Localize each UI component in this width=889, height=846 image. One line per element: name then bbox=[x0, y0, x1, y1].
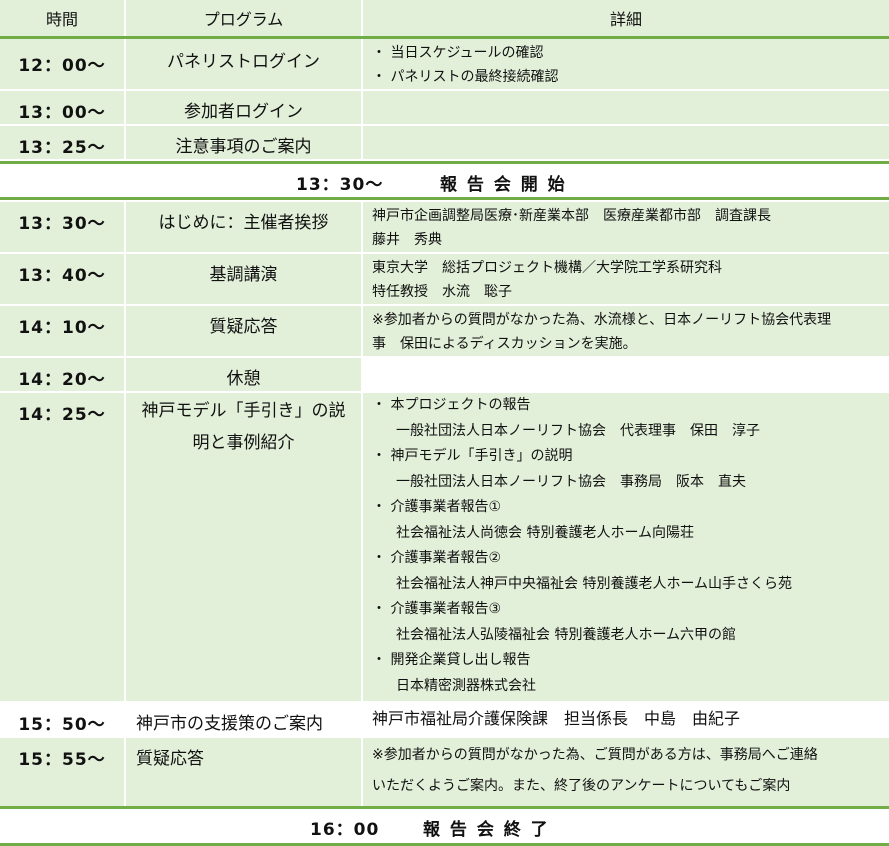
detail-line: 神戸市企画調整局医療･新産業本部 医療産業都市部 調査課長 bbox=[372, 208, 771, 224]
row-program: 神戸モデル「手引き」の説 明と事例紹介 bbox=[126, 393, 361, 701]
table-row: 14：10～ 質疑応答 ※参加者からの質問がなかった為、水流様と、日本ノーリフト… bbox=[0, 306, 889, 356]
bullet-item: ・ 神戸モデル「手引き」の説明 bbox=[372, 448, 573, 464]
row-program: 質疑応答 bbox=[126, 306, 361, 356]
detail-line: ・ 当日スケジュールの確認 bbox=[372, 45, 544, 61]
row-detail: ・ 本プロジェクトの報告 一般社団法人日本ノーリフト協会 代表理事 保田 淳子 … bbox=[363, 393, 889, 701]
detail-line: 藤井 秀典 bbox=[372, 232, 442, 248]
table-row: 13：25～ 注意事項のご案内 bbox=[0, 126, 889, 159]
row-time: 13：40～ bbox=[0, 254, 124, 304]
header-program: プログラム bbox=[126, 0, 361, 36]
table-row: 12：00～ パネリストログイン ・ 当日スケジュールの確認 ・ パネリストの最… bbox=[0, 39, 889, 89]
bullet-item: ・ 介護事業者報告③ bbox=[372, 601, 502, 617]
row-time: 13：25～ bbox=[0, 126, 124, 159]
banner-label: 報 告 会 開 始 bbox=[440, 175, 567, 195]
sub-item: 日本精密測器株式会社 bbox=[396, 677, 536, 694]
sub-item: 社会福祉法人尚徳会 特別養護老人ホーム向陽荘 bbox=[396, 524, 695, 541]
row-program: 休憩 bbox=[126, 358, 361, 391]
detail-line: いただくようご案内。また、終了後のアンケートについてもご案内 bbox=[372, 778, 791, 794]
row-detail: 神戸市福祉局介護保険課 担当係長 中島 由紀子 bbox=[363, 703, 889, 736]
table-header: 時間 プログラム 詳細 bbox=[0, 0, 889, 36]
sub-item: 社会福祉法人神戸中央福祉会 特別養護老人ホーム山手さくら苑 bbox=[396, 575, 793, 592]
bullet-item: ・ 介護事業者報告② bbox=[372, 550, 502, 566]
header-detail: 詳細 bbox=[363, 0, 889, 36]
row-program: はじめに：主催者挨拶 bbox=[126, 202, 361, 252]
row-detail bbox=[363, 91, 889, 124]
row-detail: 東京大学 総括プロジェクト機構／大学院工学系研究科 特任教授 水流 聡子 bbox=[363, 254, 889, 304]
table-row: 13：40～ 基調講演 東京大学 総括プロジェクト機構／大学院工学系研究科 特任… bbox=[0, 254, 889, 304]
sub-item: 一般社団法人日本ノーリフト協会 代表理事 保田 淳子 bbox=[396, 422, 760, 439]
row-program: 参加者ログイン bbox=[126, 91, 361, 124]
row-time: 13：30～ bbox=[0, 202, 124, 252]
detail-line: 東京大学 総括プロジェクト機構／大学院工学系研究科 bbox=[372, 260, 722, 276]
detail-line: ・ パネリストの最終接続確認 bbox=[372, 69, 559, 85]
row-detail: ・ 当日スケジュールの確認 ・ パネリストの最終接続確認 bbox=[363, 39, 889, 89]
row-time: 15：55～ bbox=[0, 738, 124, 806]
banner-time: 13：30～ bbox=[296, 175, 384, 195]
detail-line: 事 保田によるディスカッションを実施。 bbox=[372, 336, 637, 352]
table-row: 13：00～ 参加者ログイン bbox=[0, 91, 889, 124]
row-time: 14：10～ bbox=[0, 306, 124, 356]
row-time: 12：00～ bbox=[0, 39, 124, 89]
table-row: 14：25～ 神戸モデル「手引き」の説 明と事例紹介 ・ 本プロジェクトの報告 … bbox=[0, 393, 889, 701]
bullet-item: ・ 開発企業貸し出し報告 bbox=[372, 652, 531, 668]
row-time: 14：20～ bbox=[0, 358, 124, 391]
row-time: 15：50～ bbox=[0, 703, 124, 736]
detail-line: 特任教授 水流 聡子 bbox=[372, 284, 512, 300]
table-row: 14：20～ 休憩 bbox=[0, 358, 889, 391]
detail-line: 神戸市福祉局介護保険課 担当係長 中島 由紀子 bbox=[372, 709, 741, 728]
banner-label: 報 告 会 終 了 bbox=[423, 820, 550, 840]
row-detail: 神戸市企画調整局医療･新産業本部 医療産業都市部 調査課長 藤井 秀典 bbox=[363, 202, 889, 252]
bullet-item: ・ 本プロジェクトの報告 bbox=[372, 397, 531, 413]
row-time: 14：25～ bbox=[0, 393, 124, 701]
row-detail bbox=[363, 358, 889, 391]
row-program: 注意事項のご案内 bbox=[126, 126, 361, 159]
row-detail: ※参加者からの質問がなかった為、水流様と、日本ノーリフト協会代表理 事 保田によ… bbox=[363, 306, 889, 356]
sub-item: 一般社団法人日本ノーリフト協会 事務局 阪本 直夫 bbox=[396, 473, 746, 490]
row-detail: ※参加者からの質問がなかった為、ご質問がある方は、事務局へご連絡 いただくようご… bbox=[363, 738, 889, 806]
program-schedule-table: 時間 プログラム 詳細 12：00～ パネリストログイン ・ 当日スケジュールの… bbox=[0, 0, 889, 846]
banner-time: 16：00 bbox=[310, 820, 380, 840]
row-time: 13：00～ bbox=[0, 91, 124, 124]
detail-line: ※参加者からの質問がなかった為、ご質問がある方は、事務局へご連絡 bbox=[372, 747, 818, 763]
row-program: 質疑応答 bbox=[126, 738, 361, 806]
row-program: パネリストログイン bbox=[126, 39, 361, 89]
bullet-item: ・ 介護事業者報告① bbox=[372, 499, 502, 515]
program-line: 神戸モデル「手引き」の説 bbox=[141, 401, 346, 421]
banner-report-start: 13：30～ 報 告 会 開 始 bbox=[0, 161, 889, 200]
detail-line: ※参加者からの質問がなかった為、水流様と、日本ノーリフト協会代表理 bbox=[372, 312, 832, 328]
row-program: 基調講演 bbox=[126, 254, 361, 304]
table-row: 13：30～ はじめに：主催者挨拶 神戸市企画調整局医療･新産業本部 医療産業都… bbox=[0, 202, 889, 252]
header-time: 時間 bbox=[0, 0, 124, 36]
sub-item: 社会福祉法人弘陵福祉会 特別養護老人ホーム六甲の館 bbox=[396, 626, 737, 643]
table-row: 15：50～ 神戸市の支援策のご案内 神戸市福祉局介護保険課 担当係長 中島 由… bbox=[0, 703, 889, 736]
banner-report-end: 16：00 報 告 会 終 了 bbox=[0, 806, 889, 846]
program-line: 明と事例紹介 bbox=[192, 433, 295, 453]
row-detail bbox=[363, 126, 889, 159]
table-row: 15：55～ 質疑応答 ※参加者からの質問がなかった為、ご質問がある方は、事務局… bbox=[0, 738, 889, 806]
row-program: 神戸市の支援策のご案内 bbox=[126, 703, 361, 736]
